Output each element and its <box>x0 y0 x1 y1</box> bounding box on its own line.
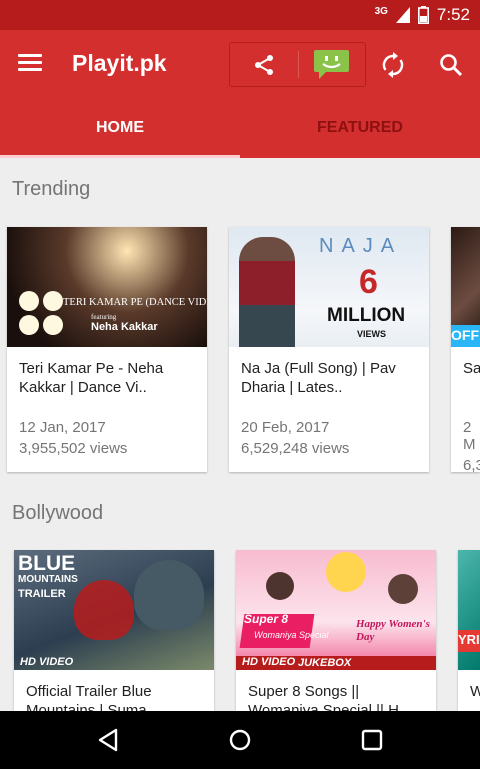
thumbnail-label: Happy Women's Day <box>356 618 430 643</box>
section-title-bollywood: Bollywood <box>12 502 104 524</box>
thumbnail-caption: Super 8 <box>244 612 289 626</box>
signal-icon <box>395 7 410 23</box>
video-thumbnail: Super 8 Womaniya Special Happy Women's D… <box>236 550 436 670</box>
video-title: Sa An <box>463 360 480 377</box>
home-button[interactable] <box>220 723 260 757</box>
thumbnail-subcaption: featuring <box>91 313 117 321</box>
jukebox-badge: JUKEBOX <box>298 657 352 669</box>
sync-icon <box>382 52 404 78</box>
video-card[interactable]: NAJA 6 MILLION VIEWS Na Ja (Full Song) |… <box>229 227 429 472</box>
video-card[interactable]: Super 8 Womaniya Special Happy Women's D… <box>236 550 436 720</box>
thumbnail-caption: OFF <box>451 327 479 343</box>
clock: 7:52 <box>436 5 470 24</box>
thumbnail-caption: TERI KAMAR PE (DANCE VIDEO) <box>63 297 207 308</box>
video-thumbnail: NAJA 6 MILLION VIEWS <box>229 227 429 347</box>
chat-icon <box>314 50 349 79</box>
recents-button[interactable] <box>352 723 392 757</box>
sync-button[interactable] <box>376 48 410 82</box>
battery-icon <box>417 6 429 24</box>
video-thumbnail: YRIC <box>458 550 480 670</box>
thumbnail-number: 6 <box>359 263 378 301</box>
video-title: Teri Kamar Pe - Neha Kakkar | Dance Vi.. <box>19 360 164 396</box>
tab-home[interactable]: HOME <box>0 98 240 158</box>
home-icon <box>229 729 251 751</box>
video-thumbnail: BLUE MOUNTAINS TRAILER HD VIDEO <box>14 550 214 670</box>
thumbnail-headline: MILLION <box>327 305 406 326</box>
video-views: 3,955,502 views <box>19 440 128 457</box>
thumbnail-caption: BLUE <box>18 552 76 575</box>
video-title: Na Ja (Full Song) | Pav Dharia | Lates.. <box>241 360 396 396</box>
menu-icon <box>18 54 50 71</box>
tab-indicator <box>0 155 240 158</box>
thumbnail-subcaption: VIEWS <box>357 329 387 339</box>
video-views: 6,3 <box>463 457 480 472</box>
video-thumbnail: TERI KAMAR PE (DANCE VIDEO) featuring Ne… <box>7 227 207 347</box>
action-divider <box>298 51 299 78</box>
thumbnail-label: TRAILER <box>18 588 66 600</box>
thumbnail-caption: NAJA <box>319 235 403 257</box>
video-card[interactable]: YRIC W S <box>458 550 480 720</box>
share-button[interactable] <box>230 43 298 86</box>
app-title: Playit.pk <box>72 50 167 76</box>
video-thumbnail: OFF <box>451 227 480 347</box>
back-button[interactable] <box>88 723 128 757</box>
menu-button[interactable] <box>18 50 50 78</box>
video-date: 2 M <box>463 419 476 453</box>
back-icon <box>98 728 118 752</box>
video-card[interactable]: TERI KAMAR PE (DANCE VIDEO) featuring Ne… <box>7 227 207 472</box>
tab-featured[interactable]: FEATURED <box>240 98 480 158</box>
thumbnail-subcaption: Womaniya Special <box>254 630 329 640</box>
video-views: 6,529,248 views <box>241 440 350 457</box>
hd-badge: HD VIDEO <box>20 656 74 668</box>
app-bar: Playit.pk <box>0 30 480 98</box>
action-group <box>229 42 366 87</box>
status-indicators: 3G 7:52 <box>375 4 470 26</box>
thumbnail-subcaption: MOUNTAINS <box>18 574 78 585</box>
thumbnail-artist: Neha Kakkar <box>91 321 158 333</box>
search-icon <box>440 54 463 77</box>
share-icon <box>255 54 273 75</box>
video-card[interactable]: OFF Sa An 2 M 6,3 <box>451 227 480 472</box>
video-date: 12 Jan, 2017 <box>19 419 106 436</box>
section-title-trending: Trending <box>12 178 91 200</box>
video-date: 20 Feb, 2017 <box>241 419 330 436</box>
status-bar: 3G 7:52 <box>0 0 480 30</box>
video-card[interactable]: BLUE MOUNTAINS TRAILER HD VIDEO Official… <box>14 550 214 720</box>
tab-bar: HOME FEATURED <box>0 98 480 158</box>
thumbnail-caption: YRIC <box>458 632 480 647</box>
navigation-bar <box>0 711 480 769</box>
network-type: 3G <box>374 5 388 17</box>
recents-icon <box>361 729 383 751</box>
chat-button[interactable] <box>313 48 350 81</box>
hd-badge: HD VIDEO <box>242 656 296 668</box>
search-button[interactable] <box>434 48 468 82</box>
